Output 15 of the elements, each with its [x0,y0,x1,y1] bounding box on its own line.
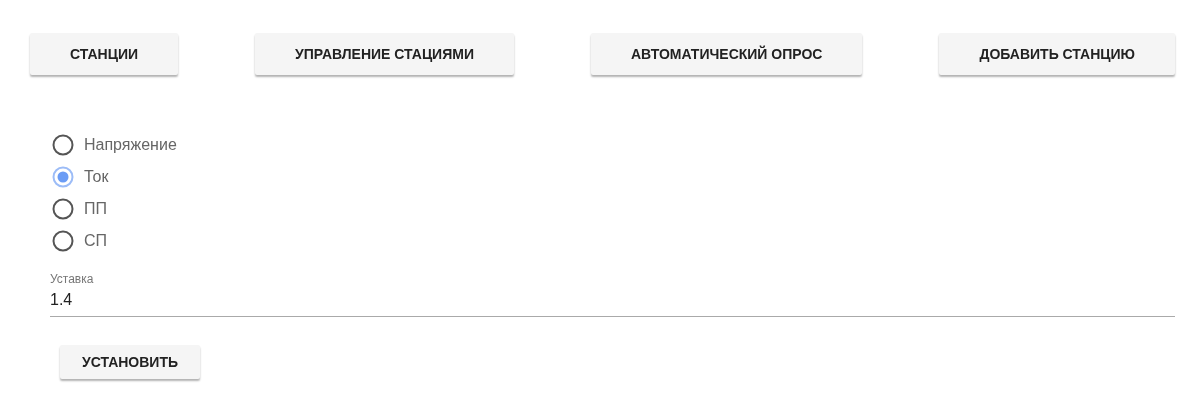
input-field[interactable]: 1.4 [50,288,1175,317]
set-button[interactable]: УСТАНОВИТЬ [60,345,201,379]
nav-button[interactable]: ДОБАВИТЬ СТАНЦИЮ [939,33,1175,75]
radio-label: ПП [84,199,107,219]
radio-label: СП [84,231,108,251]
field-label: Уставка [50,271,95,288]
radio-label: Ток [84,167,109,187]
radio-button[interactable] [52,166,74,188]
radio-button[interactable] [52,198,74,220]
radio-label: Напряжение [84,135,177,155]
nav-button[interactable]: УПРАВЛЕНИЕ СТАЦИЯМИ [255,33,514,75]
nav-button[interactable]: СТАНЦИИ [30,33,178,75]
radio-button[interactable] [52,230,74,252]
nav-button[interactable]: АВТОМАТИЧЕСКИЙ ОПРОС [591,33,863,75]
radio-button[interactable] [52,134,74,156]
